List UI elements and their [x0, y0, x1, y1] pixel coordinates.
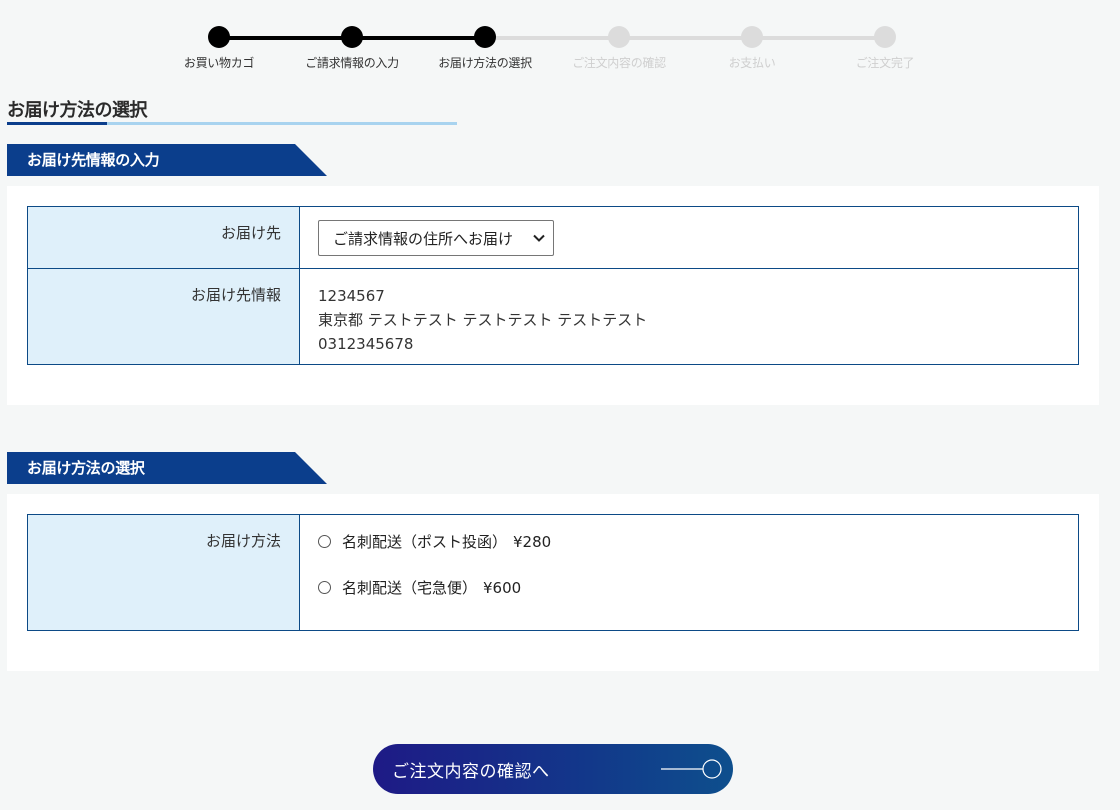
postal-code: 1234567 — [318, 287, 385, 305]
page-title: お届け方法の選択 — [7, 100, 148, 121]
option-price: ¥600 — [483, 578, 522, 597]
address-text: 東京都 テストテスト テストテスト テストテスト — [318, 311, 648, 329]
option-price: ¥280 — [513, 532, 552, 551]
table-row: お届け先 ご請求情報の住所へお届け — [28, 207, 1078, 268]
shipping-info-table: お届け先 ご請求情報の住所へお届け お届け先情報 1234567 東京都 テスト… — [27, 206, 1079, 365]
radio-option-takkyubin[interactable]: 名刺配送（宅急便） ¥600 — [318, 577, 1060, 598]
table-row: お届け方法 名刺配送（ポスト投函） ¥280 名刺配送（宅急便） ¥600 — [28, 515, 1078, 630]
option-label: 名刺配送（ポスト投函） — [342, 533, 508, 551]
step-dot — [874, 26, 896, 48]
step-dot — [741, 26, 763, 48]
title-underline-accent — [7, 122, 107, 125]
radio-button[interactable] — [318, 581, 331, 594]
confirm-order-label: ご注文内容の確認へ — [392, 761, 550, 782]
details-label: お届け先情報 — [28, 269, 300, 364]
step-dot — [474, 26, 496, 48]
shipping-info-panel: お届け先 ご請求情報の住所へお届け お届け先情報 1234567 東京都 テスト… — [7, 186, 1099, 405]
destination-cell: ご請求情報の住所へお届け — [300, 207, 1078, 268]
arrow-right-circle-icon — [661, 759, 723, 779]
method-label: お届け方法 — [28, 515, 300, 630]
step-complete: ご注文完了 — [818, 26, 952, 71]
checkout-progress: お買い物カゴ ご請求情報の入力 お届け方法の選択 ご注文内容の確認 お支払い ご… — [152, 26, 952, 76]
delivery-method-table: お届け方法 名刺配送（ポスト投函） ¥280 名刺配送（宅急便） ¥600 — [27, 514, 1079, 631]
title-underline — [7, 122, 457, 125]
destination-select-value: ご請求情報の住所へお届け — [333, 229, 514, 248]
destination-label: お届け先 — [28, 207, 300, 268]
radio-button[interactable] — [318, 535, 331, 548]
step-label: お買い物カゴ — [183, 56, 255, 70]
phone-number: 0312345678 — [318, 335, 414, 353]
step-cart: お買い物カゴ — [152, 26, 286, 71]
step-label: ご注文完了 — [855, 56, 915, 70]
step-label: お支払い — [728, 56, 776, 70]
step-delivery: お届け方法の選択 — [418, 26, 552, 71]
chevron-down-icon — [533, 231, 545, 245]
step-billing: ご請求情報の入力 — [285, 26, 419, 71]
step-dot — [608, 26, 630, 48]
delivery-method-panel: お届け方法 名刺配送（ポスト投函） ¥280 名刺配送（宅急便） ¥600 — [7, 494, 1099, 671]
section-header-shipping-info: お届け先情報の入力 — [7, 144, 327, 176]
address-details: 1234567 東京都 テストテスト テストテスト テストテスト 0312345… — [300, 269, 1078, 364]
confirm-order-button[interactable]: ご注文内容の確認へ — [373, 744, 733, 794]
step-label: ご請求情報の入力 — [305, 56, 399, 70]
destination-select[interactable]: ご請求情報の住所へお届け — [318, 220, 554, 256]
method-options: 名刺配送（ポスト投函） ¥280 名刺配送（宅急便） ¥600 — [300, 515, 1078, 630]
step-label: お届け方法の選択 — [438, 56, 532, 70]
step-dot — [341, 26, 363, 48]
step-dot — [208, 26, 230, 48]
step-payment: お支払い — [685, 26, 819, 71]
radio-option-post[interactable]: 名刺配送（ポスト投函） ¥280 — [318, 531, 1060, 552]
step-label: ご注文内容の確認 — [572, 56, 666, 70]
step-confirm: ご注文内容の確認 — [552, 26, 686, 71]
table-row: お届け先情報 1234567 東京都 テストテスト テストテスト テストテスト … — [28, 268, 1078, 364]
option-label: 名刺配送（宅急便） — [342, 579, 478, 597]
section-header-delivery-method: お届け方法の選択 — [7, 452, 327, 484]
